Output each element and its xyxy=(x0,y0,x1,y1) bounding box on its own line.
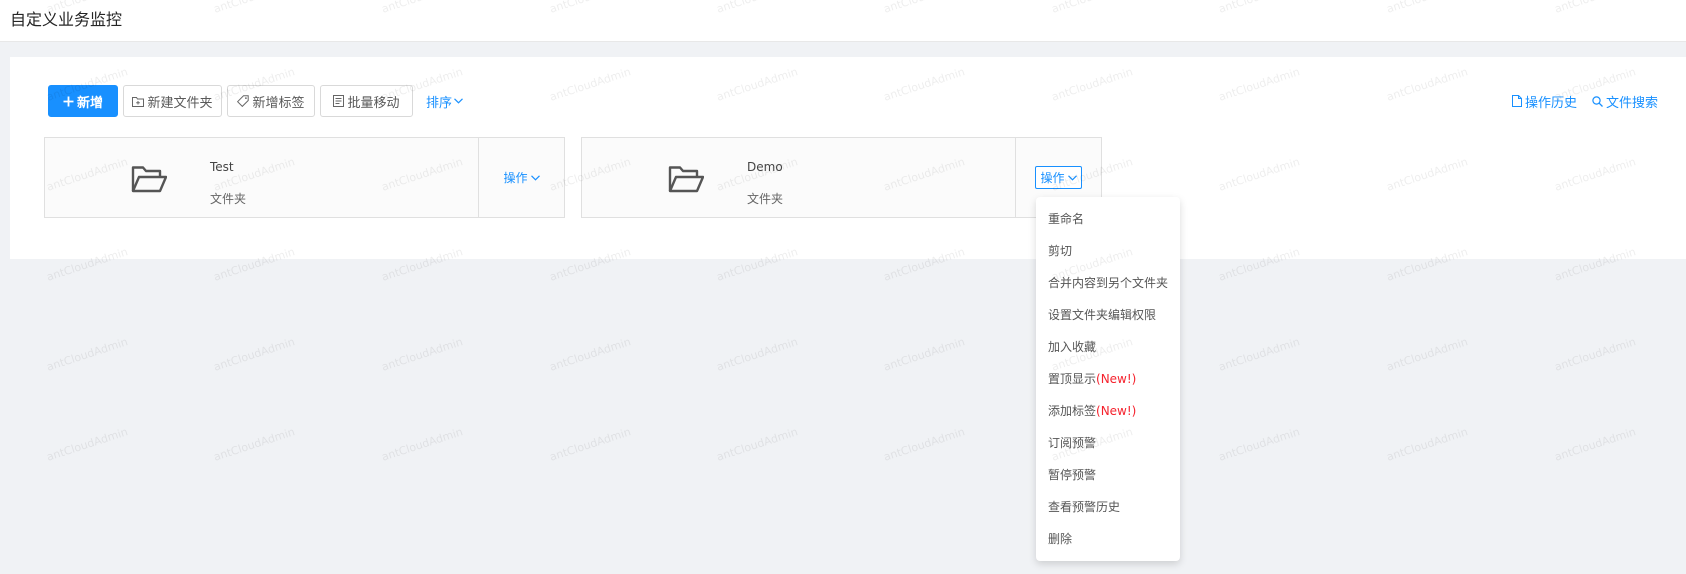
new-tag-label: 新增标签 xyxy=(252,95,305,111)
folder-type: 文件夹 xyxy=(210,192,247,206)
menu-item-cut[interactable]: 剪切 xyxy=(1036,235,1180,267)
watermark-text: antCloudAdmin xyxy=(1217,335,1302,374)
watermark-text: antCloudAdmin xyxy=(212,335,297,374)
menu-item-merge[interactable]: 合并内容到另个文件夹 xyxy=(1036,267,1180,299)
watermark-text: antCloudAdmin xyxy=(548,335,633,374)
page-title: 自定义业务监控 xyxy=(10,10,123,29)
watermark-text: antCloudAdmin xyxy=(380,335,465,374)
chevron-down-icon xyxy=(454,98,463,104)
actions-dropdown-menu: 重命名 剪切 合并内容到另个文件夹 设置文件夹编辑权限 加入收藏 置顶显示(Ne… xyxy=(1036,197,1180,561)
menu-item-favorite[interactable]: 加入收藏 xyxy=(1036,331,1180,363)
chevron-down-icon xyxy=(1065,174,1077,181)
actions-dropdown-button[interactable]: 操作 xyxy=(1035,166,1082,189)
top-header: 自定义业务监控 xyxy=(0,0,1686,42)
menu-item-label: 查看预警历史 xyxy=(1048,500,1121,514)
menu-item-edit-permission[interactable]: 设置文件夹编辑权限 xyxy=(1036,299,1180,331)
watermark-text: antCloudAdmin xyxy=(380,425,465,464)
add-button[interactable]: 新增 xyxy=(48,85,118,117)
menu-item-label: 订阅预警 xyxy=(1048,436,1097,450)
watermark-text: antCloudAdmin xyxy=(1385,335,1470,374)
menu-item-label: 合并内容到另个文件夹 xyxy=(1048,276,1169,290)
watermark-text: antCloudAdmin xyxy=(715,425,800,464)
batch-move-icon xyxy=(333,95,345,107)
new-tag-button[interactable]: 新增标签 xyxy=(227,85,315,117)
menu-item-label: 加入收藏 xyxy=(1048,340,1097,354)
folder-open-icon xyxy=(131,164,168,198)
watermark-text: antCloudAdmin xyxy=(882,335,967,374)
menu-item-label: 重命名 xyxy=(1048,212,1085,226)
operation-history-link[interactable]: 操作历史 xyxy=(1511,92,1577,111)
folder-type: 文件夹 xyxy=(747,192,784,206)
watermark-text: antCloudAdmin xyxy=(715,335,800,374)
watermark-text: antCloudAdmin xyxy=(1385,425,1470,464)
menu-item-label: 设置文件夹编辑权限 xyxy=(1048,308,1157,322)
card-actions: 操作 xyxy=(478,138,564,217)
tag-icon xyxy=(237,95,250,107)
search-icon xyxy=(1592,95,1606,107)
file-search-label: 文件搜索 xyxy=(1605,95,1658,111)
menu-item-delete[interactable]: 删除 xyxy=(1036,523,1180,555)
watermark-text: antCloudAdmin xyxy=(1217,425,1302,464)
folder-add-icon xyxy=(132,96,145,107)
menu-item-rename[interactable]: 重命名 xyxy=(1036,203,1180,235)
watermark-text: antCloudAdmin xyxy=(45,335,130,374)
new-badge: (New!) xyxy=(1096,372,1137,386)
menu-item-label: 删除 xyxy=(1048,532,1073,546)
menu-item-label: 剪切 xyxy=(1048,244,1073,258)
menu-item-pause-alert[interactable]: 暂停预警 xyxy=(1036,459,1180,491)
folder-name: Test xyxy=(210,160,234,174)
batch-move-button[interactable]: 批量移动 xyxy=(320,85,413,117)
plus-icon xyxy=(63,96,74,107)
batch-move-label: 批量移动 xyxy=(347,95,400,111)
folder-card-demo[interactable]: Demo 文件夹 操作 xyxy=(581,137,1102,218)
watermark-text: antCloudAdmin xyxy=(212,425,297,464)
new-badge: (New!) xyxy=(1096,404,1137,418)
actions-label: 操作 xyxy=(503,171,528,185)
folder-card-test[interactable]: Test 文件夹 操作 xyxy=(44,137,565,218)
menu-item-pin-top[interactable]: 置顶显示(New!) xyxy=(1036,363,1180,395)
new-folder-button[interactable]: 新建文件夹 xyxy=(123,85,222,117)
add-button-label: 新增 xyxy=(76,95,103,111)
sort-dropdown[interactable]: 排序 xyxy=(426,92,463,111)
menu-item-label: 暂停预警 xyxy=(1048,468,1097,482)
folder-name: Demo xyxy=(747,160,783,174)
menu-item-subscribe-alert[interactable]: 订阅预警 xyxy=(1036,427,1180,459)
folder-open-icon xyxy=(668,164,705,198)
file-icon xyxy=(1511,95,1525,107)
menu-item-label: 置顶显示 xyxy=(1048,372,1097,386)
watermark-text: antCloudAdmin xyxy=(1553,335,1638,374)
menu-item-label: 添加标签 xyxy=(1048,404,1097,418)
actions-dropdown-button[interactable]: 操作 xyxy=(498,166,544,189)
menu-item-add-tag[interactable]: 添加标签(New!) xyxy=(1036,395,1180,427)
sort-label: 排序 xyxy=(426,95,453,111)
watermark-text: antCloudAdmin xyxy=(1553,425,1638,464)
chevron-down-icon xyxy=(528,174,540,181)
content-panel: 新增 新建文件夹 新增标签 批量移动 排序 操作历史 文件搜索 Test 文件夹… xyxy=(10,57,1686,259)
file-search-link[interactable]: 文件搜索 xyxy=(1592,92,1658,111)
toolbar: 新增 新建文件夹 新增标签 批量移动 排序 xyxy=(48,85,463,117)
watermark-text: antCloudAdmin xyxy=(882,425,967,464)
header-links: 操作历史 文件搜索 xyxy=(1497,85,1658,117)
watermark-text: antCloudAdmin xyxy=(548,425,633,464)
operation-history-label: 操作历史 xyxy=(1524,95,1577,111)
actions-label: 操作 xyxy=(1040,171,1065,185)
new-folder-label: 新建文件夹 xyxy=(147,95,213,111)
menu-item-alert-history[interactable]: 查看预警历史 xyxy=(1036,491,1180,523)
watermark-text: antCloudAdmin xyxy=(45,425,130,464)
